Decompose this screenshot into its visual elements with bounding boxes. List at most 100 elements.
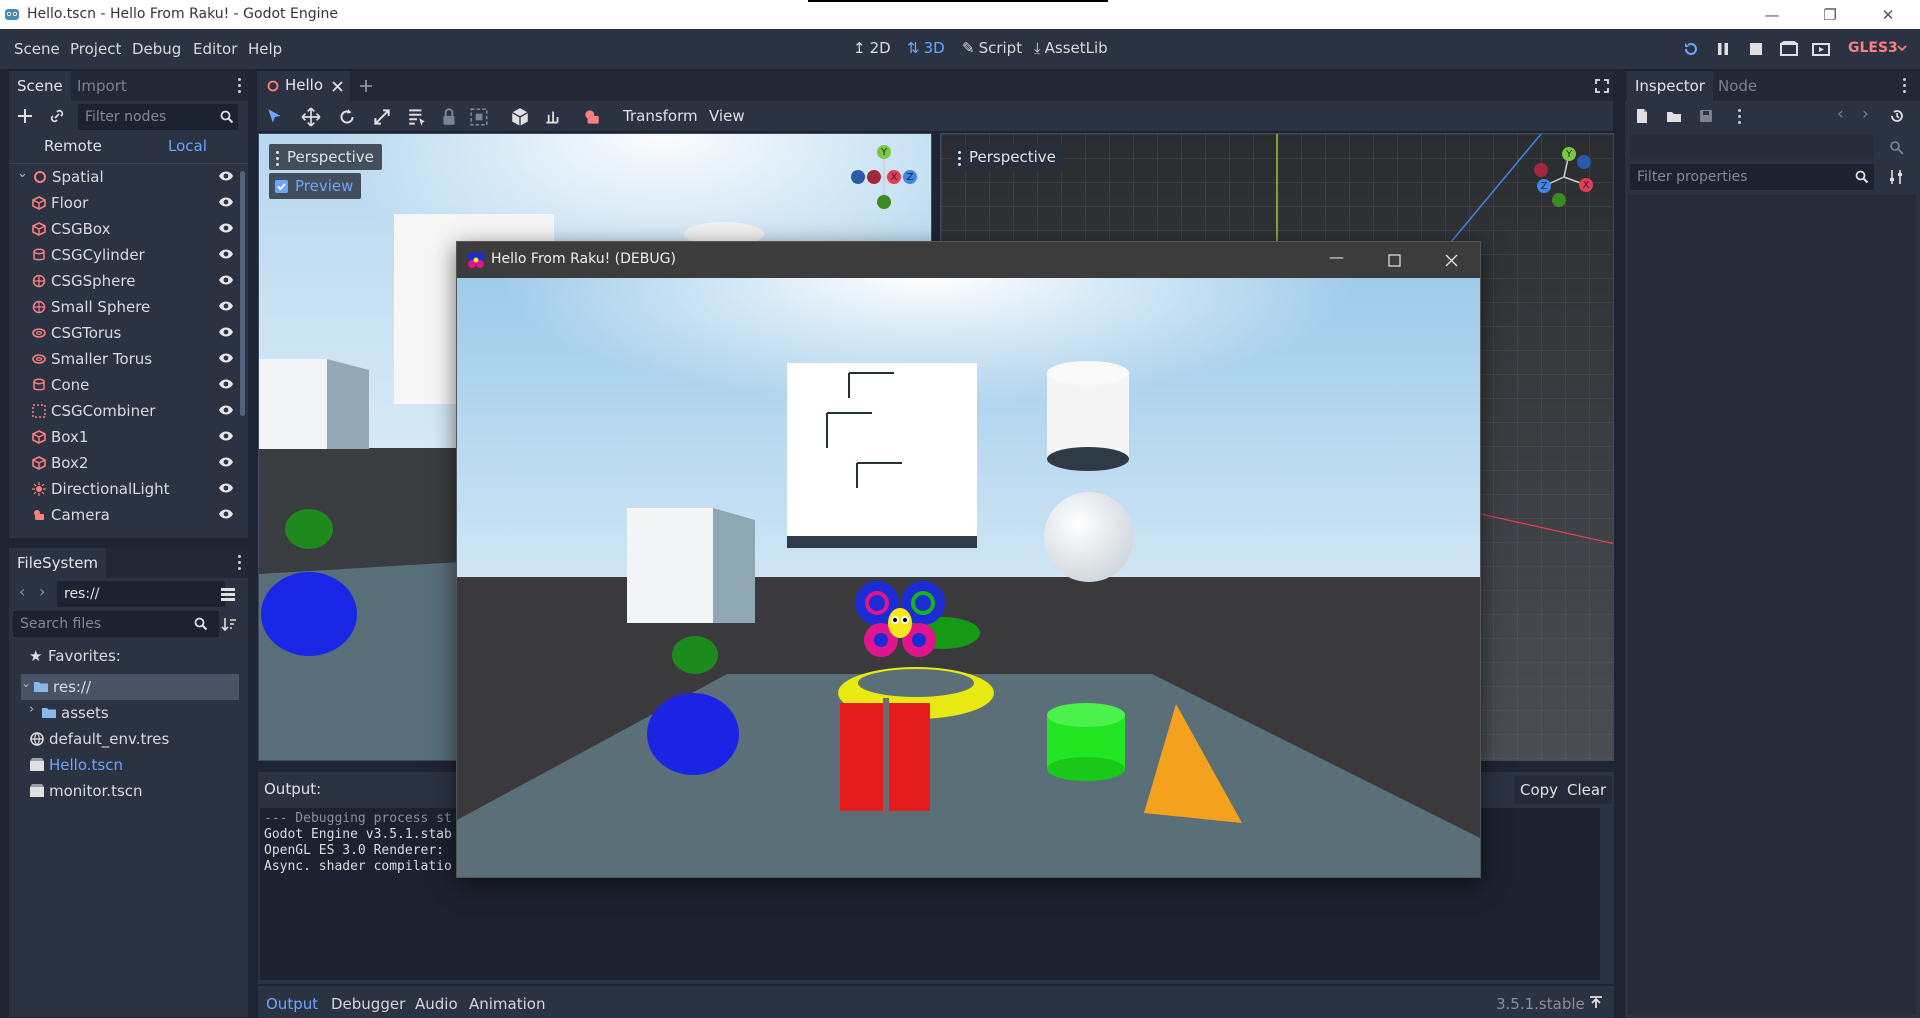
tab-output[interactable]: Output (266, 995, 318, 1013)
tab-filesystem[interactable]: FileSystem (9, 548, 107, 578)
rotate-tool-icon[interactable] (337, 107, 357, 127)
play-scene-icon[interactable] (1780, 41, 1798, 57)
forward-icon[interactable]: › (39, 582, 45, 601)
local-tab[interactable]: Local (168, 137, 207, 155)
menu-project[interactable]: Project (70, 40, 121, 58)
scene-node-row[interactable]: DirectionalLight (32, 476, 234, 502)
local-space-icon[interactable] (510, 107, 530, 127)
search-files-input[interactable]: Search files (13, 611, 219, 637)
scene-node-row[interactable]: CSGBox (32, 216, 234, 242)
fs-root-row[interactable]: ⌄ res:// (21, 674, 239, 700)
sort-icon[interactable] (221, 616, 237, 632)
scene-node-row[interactable]: Cone (32, 372, 234, 398)
chevron-down-icon[interactable] (1897, 45, 1907, 52)
scene-node-row[interactable]: Camera (32, 502, 234, 528)
move-tool-icon[interactable] (301, 107, 321, 127)
object-properties-icon[interactable] (1889, 139, 1905, 155)
new-resource-icon[interactable] (1634, 108, 1650, 124)
perspective-menu-left[interactable]: Perspective (269, 144, 382, 170)
collapse-arrow-icon[interactable]: ⌄ (21, 676, 31, 690)
visibility-eye-icon[interactable] (218, 508, 234, 520)
game-maximize-button[interactable] (1388, 254, 1401, 267)
link-icon[interactable] (49, 108, 65, 124)
reload-icon[interactable] (1683, 41, 1699, 57)
visibility-eye-icon[interactable] (218, 456, 234, 468)
view-gizmo-right[interactable]: Y X Z (1529, 142, 1599, 212)
scene-tab-hello[interactable]: Hello (257, 71, 350, 101)
scale-tool-icon[interactable] (372, 107, 392, 127)
game-close-button[interactable] (1445, 254, 1458, 267)
scene-node-row[interactable]: Smaller Torus (32, 346, 234, 372)
preview-toggle[interactable]: Preview (269, 173, 362, 199)
stop-icon[interactable] (1749, 42, 1763, 56)
game-minimize-button[interactable]: — (1329, 248, 1344, 266)
history-back-icon[interactable]: ‹ (1837, 104, 1844, 124)
object-path-field[interactable] (1630, 135, 1874, 159)
tab-audio[interactable]: Audio (415, 995, 458, 1013)
dock-menu-icon[interactable] (238, 78, 242, 94)
filter-properties-input[interactable]: Filter properties (1630, 164, 1874, 190)
tab-node[interactable]: Node (1710, 71, 1765, 101)
expand-arrow-icon[interactable]: › (29, 702, 34, 717)
minimize-button[interactable]: — (1743, 0, 1801, 29)
scene-node-row[interactable]: Box1 (32, 424, 234, 450)
menu-debug[interactable]: Debug (132, 40, 181, 58)
menu-editor[interactable]: Editor (193, 40, 237, 58)
visibility-eye-icon[interactable] (218, 300, 234, 312)
visibility-eye-icon[interactable] (218, 378, 234, 390)
open-folder-icon[interactable] (1666, 108, 1682, 124)
visibility-eye-icon[interactable] (218, 248, 234, 260)
mode-3d-button[interactable]: ⇅ 3D (907, 39, 945, 57)
visibility-eye-icon[interactable] (218, 404, 234, 416)
history-forward-icon[interactable]: › (1862, 104, 1869, 124)
visibility-eye-icon[interactable] (218, 274, 234, 286)
back-icon[interactable]: ‹ (19, 582, 25, 601)
menu-scene[interactable]: Scene (14, 40, 60, 58)
fullscreen-icon[interactable] (1595, 79, 1609, 93)
view-gizmo-left[interactable]: Y X Z (849, 142, 919, 212)
close-icon[interactable] (332, 81, 343, 92)
scene-node-row[interactable]: CSGSphere (32, 268, 234, 294)
inspector-menu-icon[interactable] (1738, 109, 1742, 125)
snap-icon[interactable] (542, 107, 562, 127)
filter-nodes-input[interactable]: Filter nodes (78, 104, 238, 130)
scene-node-row[interactable]: Small Sphere (32, 294, 234, 320)
dock-menu-icon[interactable] (1903, 78, 1907, 94)
visibility-eye-icon[interactable] (218, 222, 234, 234)
tab-inspector[interactable]: Inspector (1627, 71, 1713, 101)
view-menu[interactable]: View (709, 107, 745, 125)
scene-node-row[interactable]: ⌄ Spatial (17, 164, 234, 190)
list-select-icon[interactable] (407, 107, 427, 127)
scene-node-row[interactable]: CSGCylinder (32, 242, 234, 268)
visibility-eye-icon[interactable] (218, 326, 234, 338)
add-node-icon[interactable] (17, 108, 33, 124)
fs-item-row[interactable]: › assets (29, 700, 239, 726)
remote-tab[interactable]: Remote (44, 137, 102, 155)
transform-menu[interactable]: Transform (623, 107, 698, 125)
visibility-eye-icon[interactable] (218, 430, 234, 442)
pause-icon[interactable] (1716, 42, 1730, 56)
visibility-eye-icon[interactable] (218, 196, 234, 208)
path-field[interactable]: res:// (57, 581, 225, 607)
scene-node-row[interactable]: Floor (32, 190, 234, 216)
scrollbar[interactable] (240, 171, 245, 416)
restore-button[interactable]: ❐ (1801, 0, 1859, 29)
fs-item-row[interactable]: Hello.tscn (29, 752, 239, 778)
fs-item-row[interactable]: monitor.tscn (29, 778, 239, 804)
scene-node-row[interactable]: CSGTorus (32, 320, 234, 346)
menu-help[interactable]: Help (248, 40, 282, 58)
scene-node-row[interactable]: Box2 (32, 450, 234, 476)
select-tool-icon[interactable] (265, 107, 285, 127)
visibility-eye-icon[interactable] (218, 352, 234, 364)
mode-script-button[interactable]: ✎ Script (962, 39, 1022, 57)
tab-debugger[interactable]: Debugger (331, 995, 405, 1013)
save-icon[interactable] (1698, 108, 1714, 124)
dock-menu-icon[interactable] (238, 555, 242, 571)
tab-import[interactable]: Import (69, 71, 135, 101)
scene-node-row[interactable]: CSGCombiner (32, 398, 234, 424)
split-view-icon[interactable] (220, 586, 236, 602)
visibility-eye-icon[interactable] (218, 482, 234, 494)
renderer-selector[interactable]: GLES3 (1848, 40, 1898, 56)
new-scene-tab-icon[interactable] (359, 79, 373, 93)
tools-icon[interactable] (1888, 169, 1904, 185)
